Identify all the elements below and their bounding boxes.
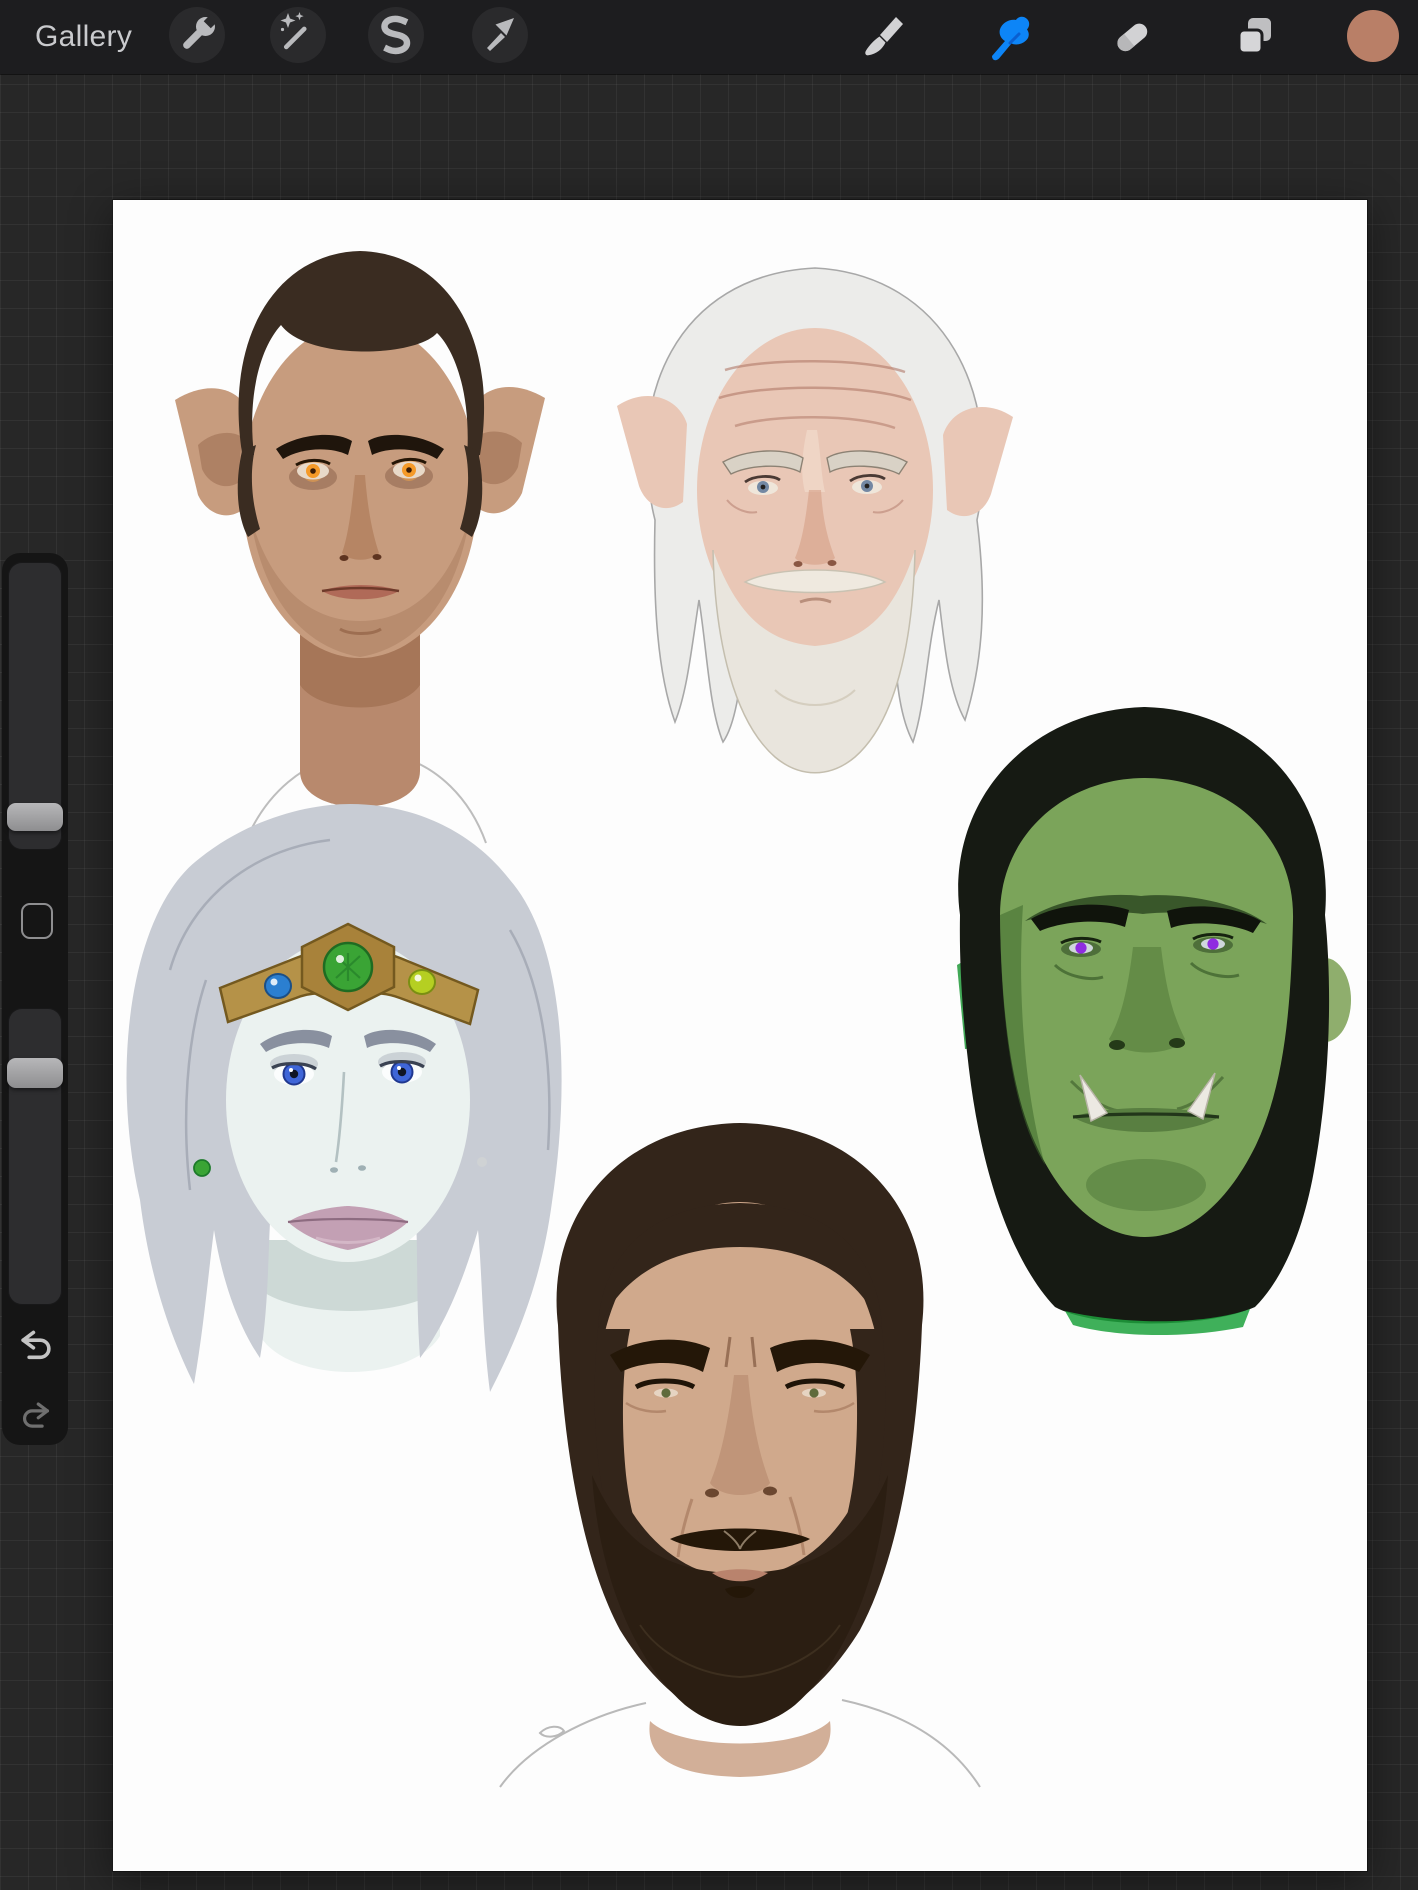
undo-button[interactable] — [17, 1329, 55, 1370]
portrait-male-elf — [150, 215, 570, 845]
undo-arrow-icon — [17, 1329, 55, 1365]
gallery-button[interactable]: Gallery — [35, 0, 132, 74]
layers-button[interactable] — [1227, 9, 1283, 65]
move-arrow-icon — [472, 7, 528, 63]
color-swatch-circle — [1345, 8, 1401, 64]
brush-opacity-slider[interactable] — [8, 1008, 62, 1305]
portrait-bearded-man — [440, 1085, 1040, 1795]
brush-sidebar — [2, 553, 68, 1445]
redo-button[interactable] — [19, 1401, 53, 1438]
brush-icon — [856, 9, 912, 65]
brush-size-handle[interactable] — [7, 803, 63, 831]
s-curve-icon — [368, 7, 424, 63]
drawing-canvas[interactable] — [113, 200, 1367, 1871]
layers-icon — [1227, 9, 1283, 65]
procreate-screen: Gallery — [0, 0, 1418, 1890]
erase-tool-button[interactable] — [1104, 9, 1160, 65]
wrench-icon — [169, 7, 225, 63]
eraser-icon — [1104, 9, 1160, 65]
actions-button[interactable] — [169, 7, 225, 63]
magic-wand-icon — [270, 7, 326, 63]
brush-opacity-handle[interactable] — [7, 1058, 63, 1088]
adjustments-button[interactable] — [270, 7, 326, 63]
modify-button[interactable] — [21, 903, 53, 939]
smudge-tool-button[interactable] — [982, 9, 1038, 65]
selection-button[interactable] — [368, 7, 424, 63]
smudge-finger-icon — [982, 9, 1038, 65]
paint-tool-button[interactable] — [856, 9, 912, 65]
top-toolbar: Gallery — [0, 0, 1418, 74]
color-button[interactable] — [1345, 8, 1401, 64]
transform-button[interactable] — [472, 7, 528, 63]
redo-arrow-icon — [19, 1401, 53, 1433]
